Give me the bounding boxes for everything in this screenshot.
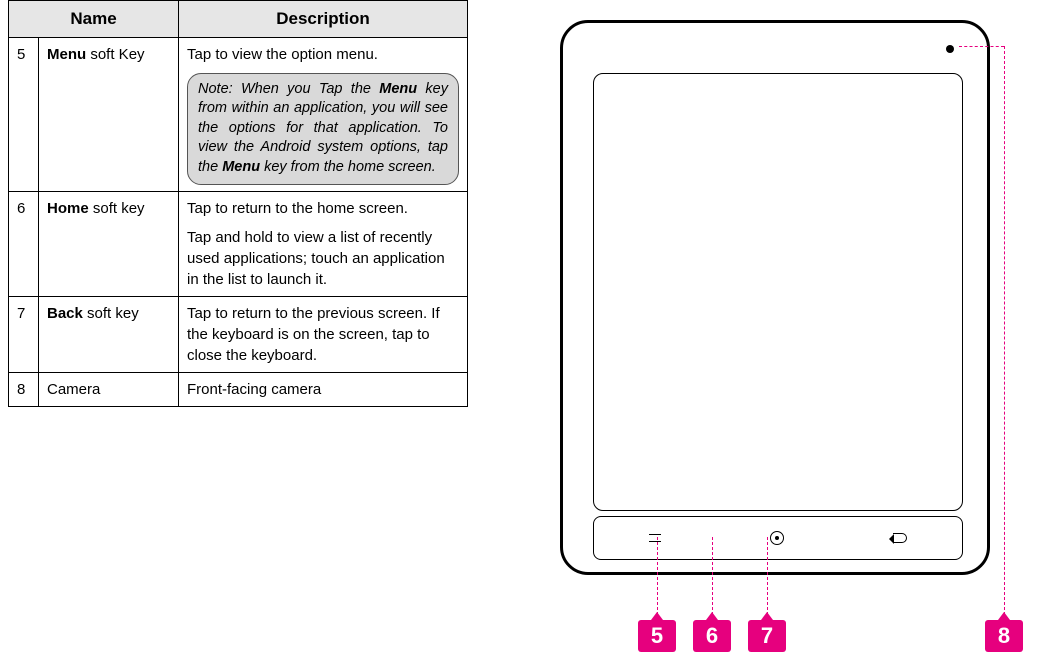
table-row: 7 Back soft key Tap to return to the pre… bbox=[9, 296, 468, 372]
header-name: Name bbox=[9, 1, 179, 38]
table-row: 6 Home soft key Tap to return to the hom… bbox=[9, 191, 468, 296]
callout-row: 5 6 7 8 bbox=[560, 620, 1030, 654]
callout-5: 5 bbox=[638, 620, 676, 652]
tablet-screen bbox=[593, 73, 963, 511]
leader-line bbox=[767, 537, 768, 620]
row-name-bold: Back bbox=[47, 305, 83, 322]
row-description: Front-facing camera bbox=[179, 372, 468, 406]
row-name-rest: soft key bbox=[89, 200, 145, 217]
row-description: Tap to return to the previous screen. If… bbox=[179, 296, 468, 372]
callout-8: 8 bbox=[985, 620, 1023, 652]
leader-line bbox=[1004, 46, 1005, 620]
row-name-rest: soft Key bbox=[86, 46, 144, 63]
row-name-bold: Home bbox=[47, 200, 89, 217]
callout-6: 6 bbox=[693, 620, 731, 652]
camera-icon bbox=[946, 45, 954, 53]
row-name: Menu soft Key bbox=[39, 37, 179, 191]
soft-key-bar bbox=[593, 516, 963, 560]
row-desc-text: Tap to return to the home screen. bbox=[187, 198, 459, 219]
row-description: Tap to view the option menu. Note: When … bbox=[179, 37, 468, 191]
callout-7: 7 bbox=[748, 620, 786, 652]
row-number: 6 bbox=[9, 191, 39, 296]
row-name-rest: soft key bbox=[83, 305, 139, 322]
note-text: Note: When you Tap the bbox=[198, 81, 379, 97]
menu-icon bbox=[649, 534, 661, 542]
tablet-frame bbox=[560, 20, 990, 575]
note-box: Note: When you Tap the Menu key from wit… bbox=[187, 73, 459, 185]
row-name: Home soft key bbox=[39, 191, 179, 296]
row-number: 5 bbox=[9, 37, 39, 191]
home-icon bbox=[770, 531, 784, 545]
table-row: 8 Camera Front-facing camera bbox=[9, 372, 468, 406]
row-name: Camera bbox=[39, 372, 179, 406]
leader-line bbox=[657, 537, 658, 620]
note-bold: Menu bbox=[222, 159, 260, 175]
device-diagram: 5 6 7 8 bbox=[560, 20, 1030, 660]
row-number: 8 bbox=[9, 372, 39, 406]
leader-line bbox=[959, 46, 1004, 47]
row-name-bold: Menu bbox=[47, 46, 86, 63]
row-name: Back soft key bbox=[39, 296, 179, 372]
note-bold: Menu bbox=[379, 81, 417, 97]
header-description: Description bbox=[179, 1, 468, 38]
note-text: key from the home screen. bbox=[260, 159, 436, 175]
spec-table-container: Name Description 5 Menu soft Key Tap to … bbox=[8, 0, 468, 407]
row-desc-text: Tap and hold to view a list of recently … bbox=[187, 227, 459, 290]
table-row: 5 Menu soft Key Tap to view the option m… bbox=[9, 37, 468, 191]
back-icon bbox=[893, 533, 907, 543]
leader-line bbox=[712, 537, 713, 620]
row-desc-text: Tap to view the option menu. bbox=[187, 44, 459, 65]
row-number: 7 bbox=[9, 296, 39, 372]
spec-table: Name Description 5 Menu soft Key Tap to … bbox=[8, 0, 468, 407]
row-description: Tap to return to the home screen. Tap an… bbox=[179, 191, 468, 296]
